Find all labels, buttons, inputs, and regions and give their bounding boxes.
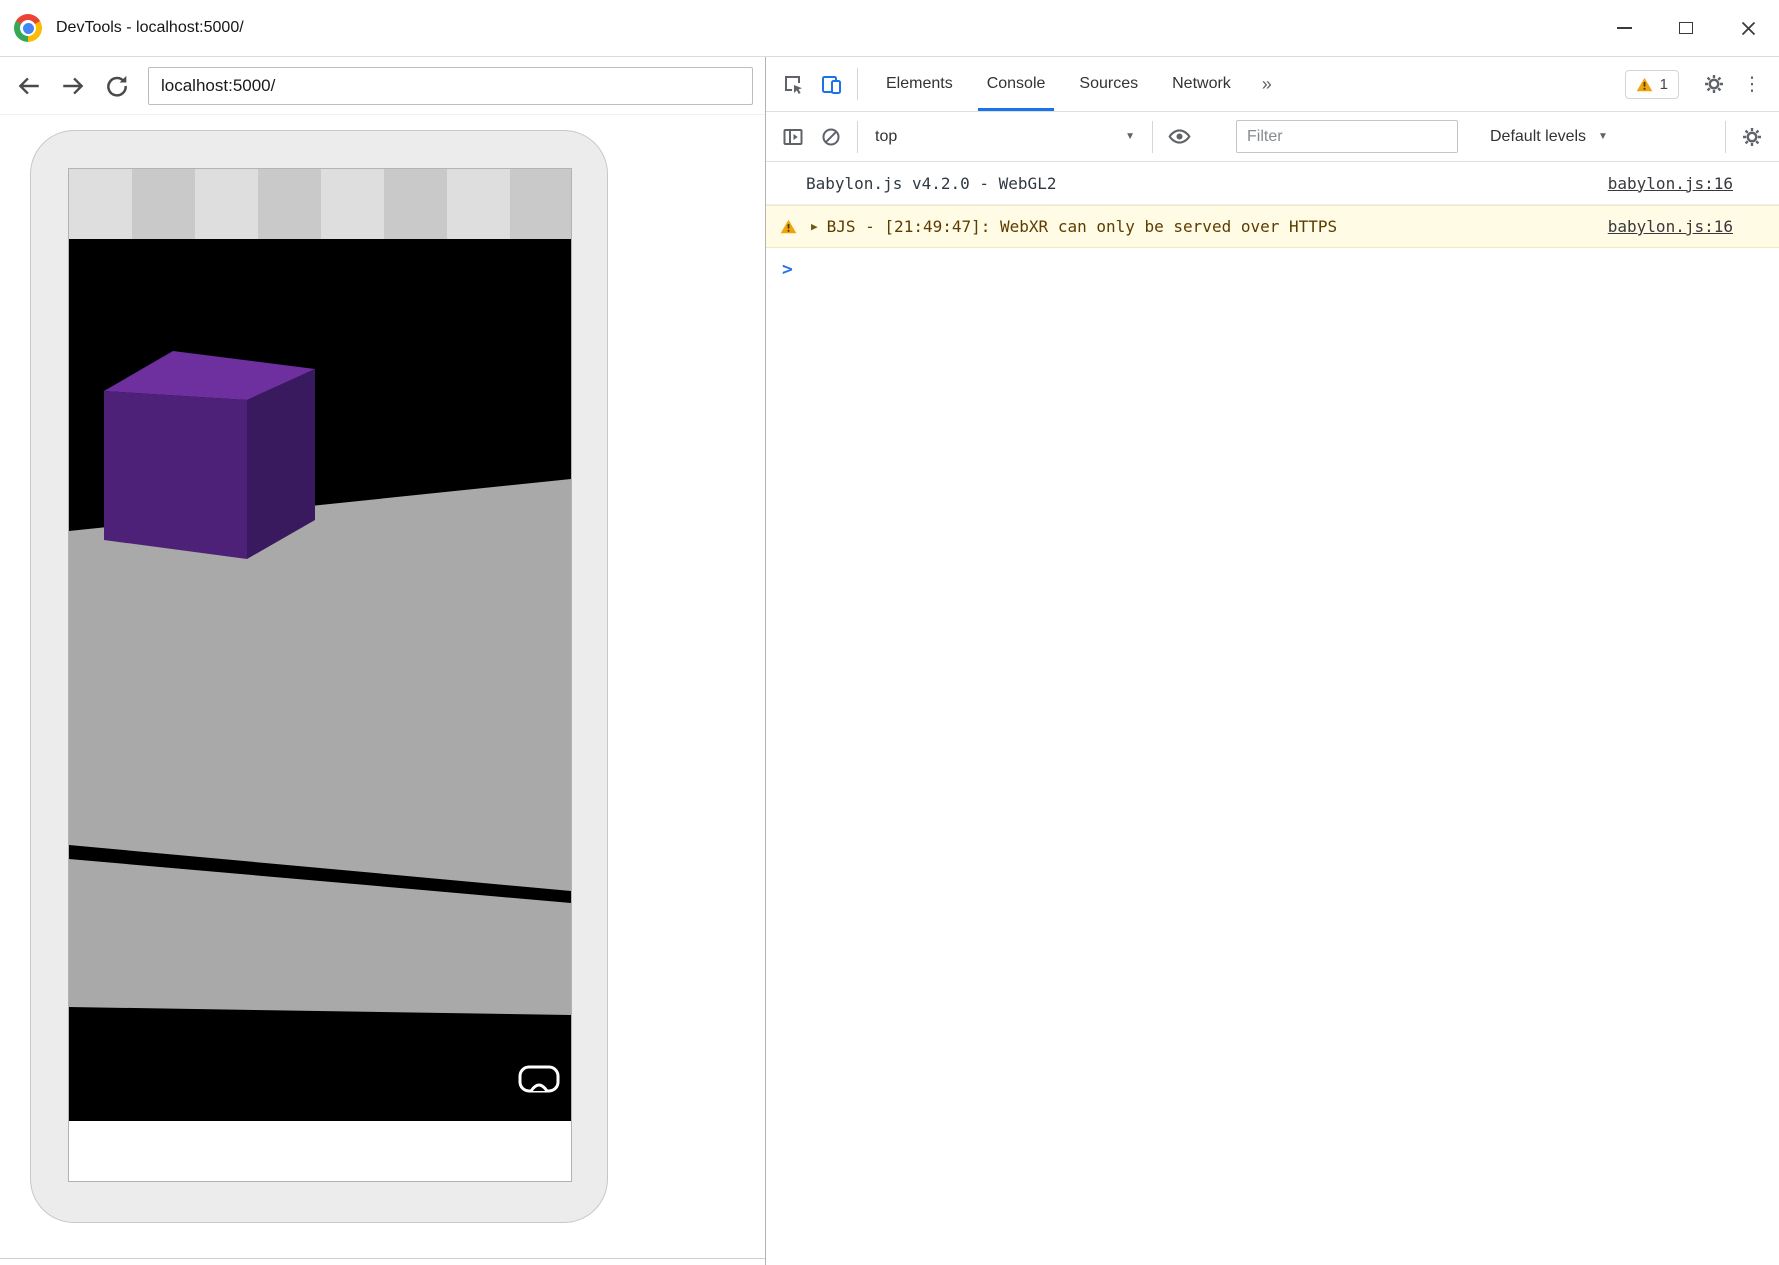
browser-pane: localhost:5000/ (0, 57, 766, 1265)
address-url: localhost:5000/ (161, 76, 275, 96)
expand-arrow-icon[interactable]: ▶ (811, 220, 818, 233)
console-message-warning: ▶ BJS - [21:49:47]: WebXR can only be se… (766, 205, 1779, 248)
message-source-link[interactable]: babylon.js:16 (1584, 217, 1733, 236)
devtools-panel: Elements Console Sources Network » 1 (766, 57, 1779, 1265)
checker-pattern (69, 169, 571, 239)
devtools-tabbar: Elements Console Sources Network » 1 (766, 57, 1779, 112)
message-text: BJS - [21:49:47]: WebXR can only be serv… (827, 217, 1338, 236)
tab-console[interactable]: Console (970, 57, 1063, 111)
toggle-device-toolbar-button[interactable] (812, 65, 850, 103)
console-filter-input[interactable] (1236, 120, 1458, 153)
console-sidebar-button[interactable] (774, 118, 812, 156)
maximize-icon (1679, 22, 1693, 34)
minimize-icon (1617, 27, 1632, 29)
vr-goggles-button[interactable] (517, 1063, 561, 1095)
toolbar-divider (857, 121, 858, 153)
tab-elements[interactable]: Elements (869, 57, 970, 111)
close-button[interactable] (1717, 0, 1779, 56)
cube-front-face (104, 391, 247, 559)
reload-icon (104, 73, 130, 99)
babylon-canvas[interactable] (69, 239, 571, 1121)
console-settings-button[interactable] (1733, 118, 1771, 156)
console-output: Babylon.js v4.2.0 - WebGL2 babylon.js:16… (766, 162, 1779, 1265)
devtools-settings-button[interactable] (1695, 65, 1733, 103)
titlebar: DevTools - localhost:5000/ (0, 0, 1779, 57)
devtools-window: DevTools - localhost:5000/ (0, 0, 1779, 1265)
chrome-logo-icon (14, 14, 42, 42)
console-message-info: Babylon.js v4.2.0 - WebGL2 babylon.js:16 (766, 162, 1779, 205)
kebab-menu-icon: ⋮ (1743, 73, 1762, 96)
gear-icon (1741, 126, 1763, 148)
back-button[interactable] (8, 65, 50, 107)
maximize-button[interactable] (1655, 0, 1717, 56)
warning-count: 1 (1660, 76, 1668, 93)
warning-triangle-icon (780, 219, 797, 234)
message-text: Babylon.js v4.2.0 - WebGL2 (806, 174, 1056, 193)
3d-scene (69, 239, 571, 1121)
browser-navbar: localhost:5000/ (0, 57, 765, 115)
tab-sources[interactable]: Sources (1062, 57, 1155, 111)
toolbar-divider (857, 68, 858, 100)
window-controls (1593, 0, 1779, 56)
eye-icon (1168, 125, 1191, 148)
page-viewport (0, 115, 765, 1265)
prompt-chevron: > (782, 259, 793, 280)
address-bar[interactable]: localhost:5000/ (148, 67, 753, 105)
toolbar-divider (1725, 121, 1726, 153)
clear-console-button[interactable] (812, 118, 850, 156)
javascript-context-select[interactable]: top ▼ (865, 119, 1145, 155)
forward-arrow-icon (60, 73, 86, 99)
toolbar-divider (1152, 121, 1153, 153)
live-expression-button[interactable] (1160, 118, 1198, 156)
message-source-link[interactable]: babylon.js:16 (1584, 174, 1733, 193)
devtools-tab-strip: Elements Console Sources Network » (869, 57, 1286, 111)
inspect-element-button[interactable] (774, 65, 812, 103)
devtools-menu-button[interactable]: ⋮ (1733, 65, 1771, 103)
gear-icon (1703, 73, 1725, 95)
tab-network[interactable]: Network (1155, 57, 1248, 111)
minimize-button[interactable] (1593, 0, 1655, 56)
clear-console-icon (820, 126, 842, 148)
log-levels-select[interactable]: Default levels ▼ (1478, 119, 1620, 155)
reload-button[interactable] (96, 65, 138, 107)
chevron-down-icon: ▼ (1125, 131, 1135, 142)
chevron-down-icon: ▼ (1598, 131, 1608, 142)
device-frame (30, 130, 608, 1223)
forward-button[interactable] (52, 65, 94, 107)
context-label: top (875, 128, 897, 146)
console-toolbar: top ▼ Default levels ▼ (766, 112, 1779, 162)
device-screen (68, 168, 572, 1182)
close-icon (1740, 20, 1757, 37)
inspect-cursor-icon (782, 73, 804, 95)
warning-count-badge[interactable]: 1 (1625, 70, 1679, 99)
device-toolbar-icon (820, 73, 842, 95)
more-tabs-button[interactable]: » (1248, 57, 1286, 111)
back-arrow-icon (16, 73, 42, 99)
console-prompt[interactable]: > (766, 248, 1779, 290)
console-sidebar-icon (782, 126, 804, 148)
window-title: DevTools - localhost:5000/ (56, 19, 244, 37)
levels-label: Default levels (1490, 128, 1586, 146)
warning-triangle-icon (1636, 77, 1653, 92)
